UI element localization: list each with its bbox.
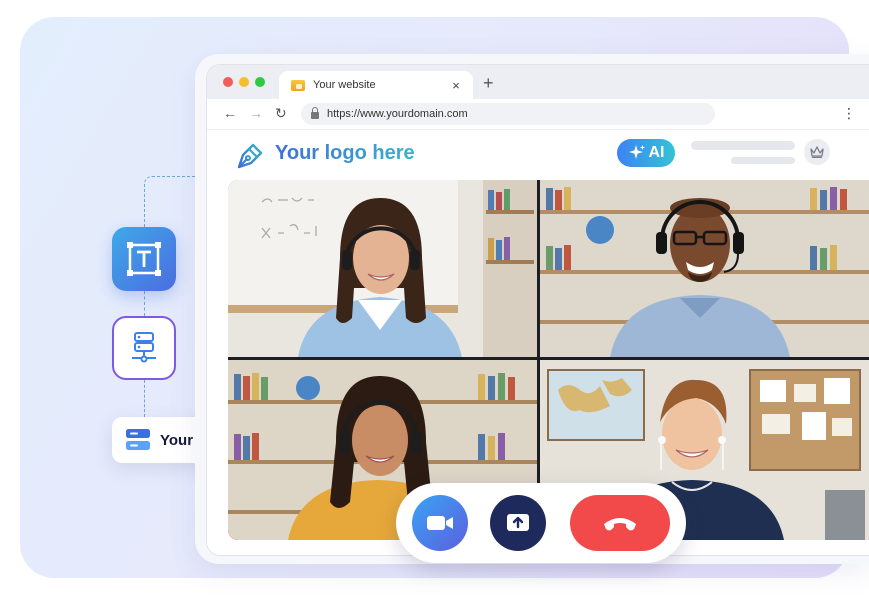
tab-title: Your website [313, 79, 376, 91]
tab-bar: Your website × + [207, 65, 869, 99]
skeleton-line [731, 157, 795, 164]
end-call-button[interactable] [570, 495, 670, 551]
sparkle-icon [628, 145, 645, 159]
video-tile-participant-1[interactable] [228, 180, 537, 357]
participant-2-video [540, 180, 869, 357]
participant-1-video [228, 180, 537, 357]
close-window-button[interactable] [223, 77, 233, 87]
site-header: Your logo here AI [207, 129, 869, 179]
pen-logo-icon [237, 143, 263, 169]
new-tab-button[interactable]: + [483, 73, 494, 94]
server-tool-button[interactable] [112, 316, 176, 380]
lock-icon [311, 107, 319, 119]
forward-arrow-icon[interactable]: → [249, 105, 263, 121]
more-menu-icon[interactable]: ⋮ [842, 106, 856, 120]
maximize-window-button[interactable] [255, 77, 265, 87]
end-call-icon [604, 518, 636, 531]
connector-top [144, 176, 195, 227]
share-screen-icon [507, 514, 529, 531]
camera-button[interactable] [412, 495, 468, 551]
back-arrow-icon[interactable]: ← [223, 105, 237, 121]
crown-button[interactable] [804, 139, 830, 165]
host-server-icon [126, 429, 150, 450]
folder-favicon-icon [291, 79, 305, 91]
minimize-window-button[interactable] [239, 77, 249, 87]
url-text: https://www.yourdomain.com [327, 108, 468, 120]
video-camera-icon [427, 516, 453, 530]
crown-icon [810, 146, 824, 158]
server-icon [132, 332, 156, 363]
text-tool-icon [127, 242, 161, 276]
logo-text: Your logo here [275, 142, 415, 164]
tab-close-button[interactable]: × [449, 78, 463, 93]
ai-button[interactable]: AI [617, 139, 675, 167]
share-screen-button[interactable] [490, 495, 546, 551]
video-tile-participant-2[interactable] [540, 180, 869, 357]
url-input[interactable]: https://www.yourdomain.com [301, 103, 715, 125]
reload-icon[interactable]: ↻ [275, 105, 287, 122]
address-bar: ← → ↻ https://www.yourdomain.com ⋮ [207, 99, 869, 130]
browser-tab[interactable]: Your website × [279, 71, 473, 99]
connector-low [144, 380, 145, 417]
call-controls [396, 483, 686, 563]
skeleton-line [691, 141, 795, 150]
text-tool-button[interactable] [112, 227, 176, 291]
ai-label: AI [648, 144, 665, 161]
connector-mid [144, 291, 145, 316]
